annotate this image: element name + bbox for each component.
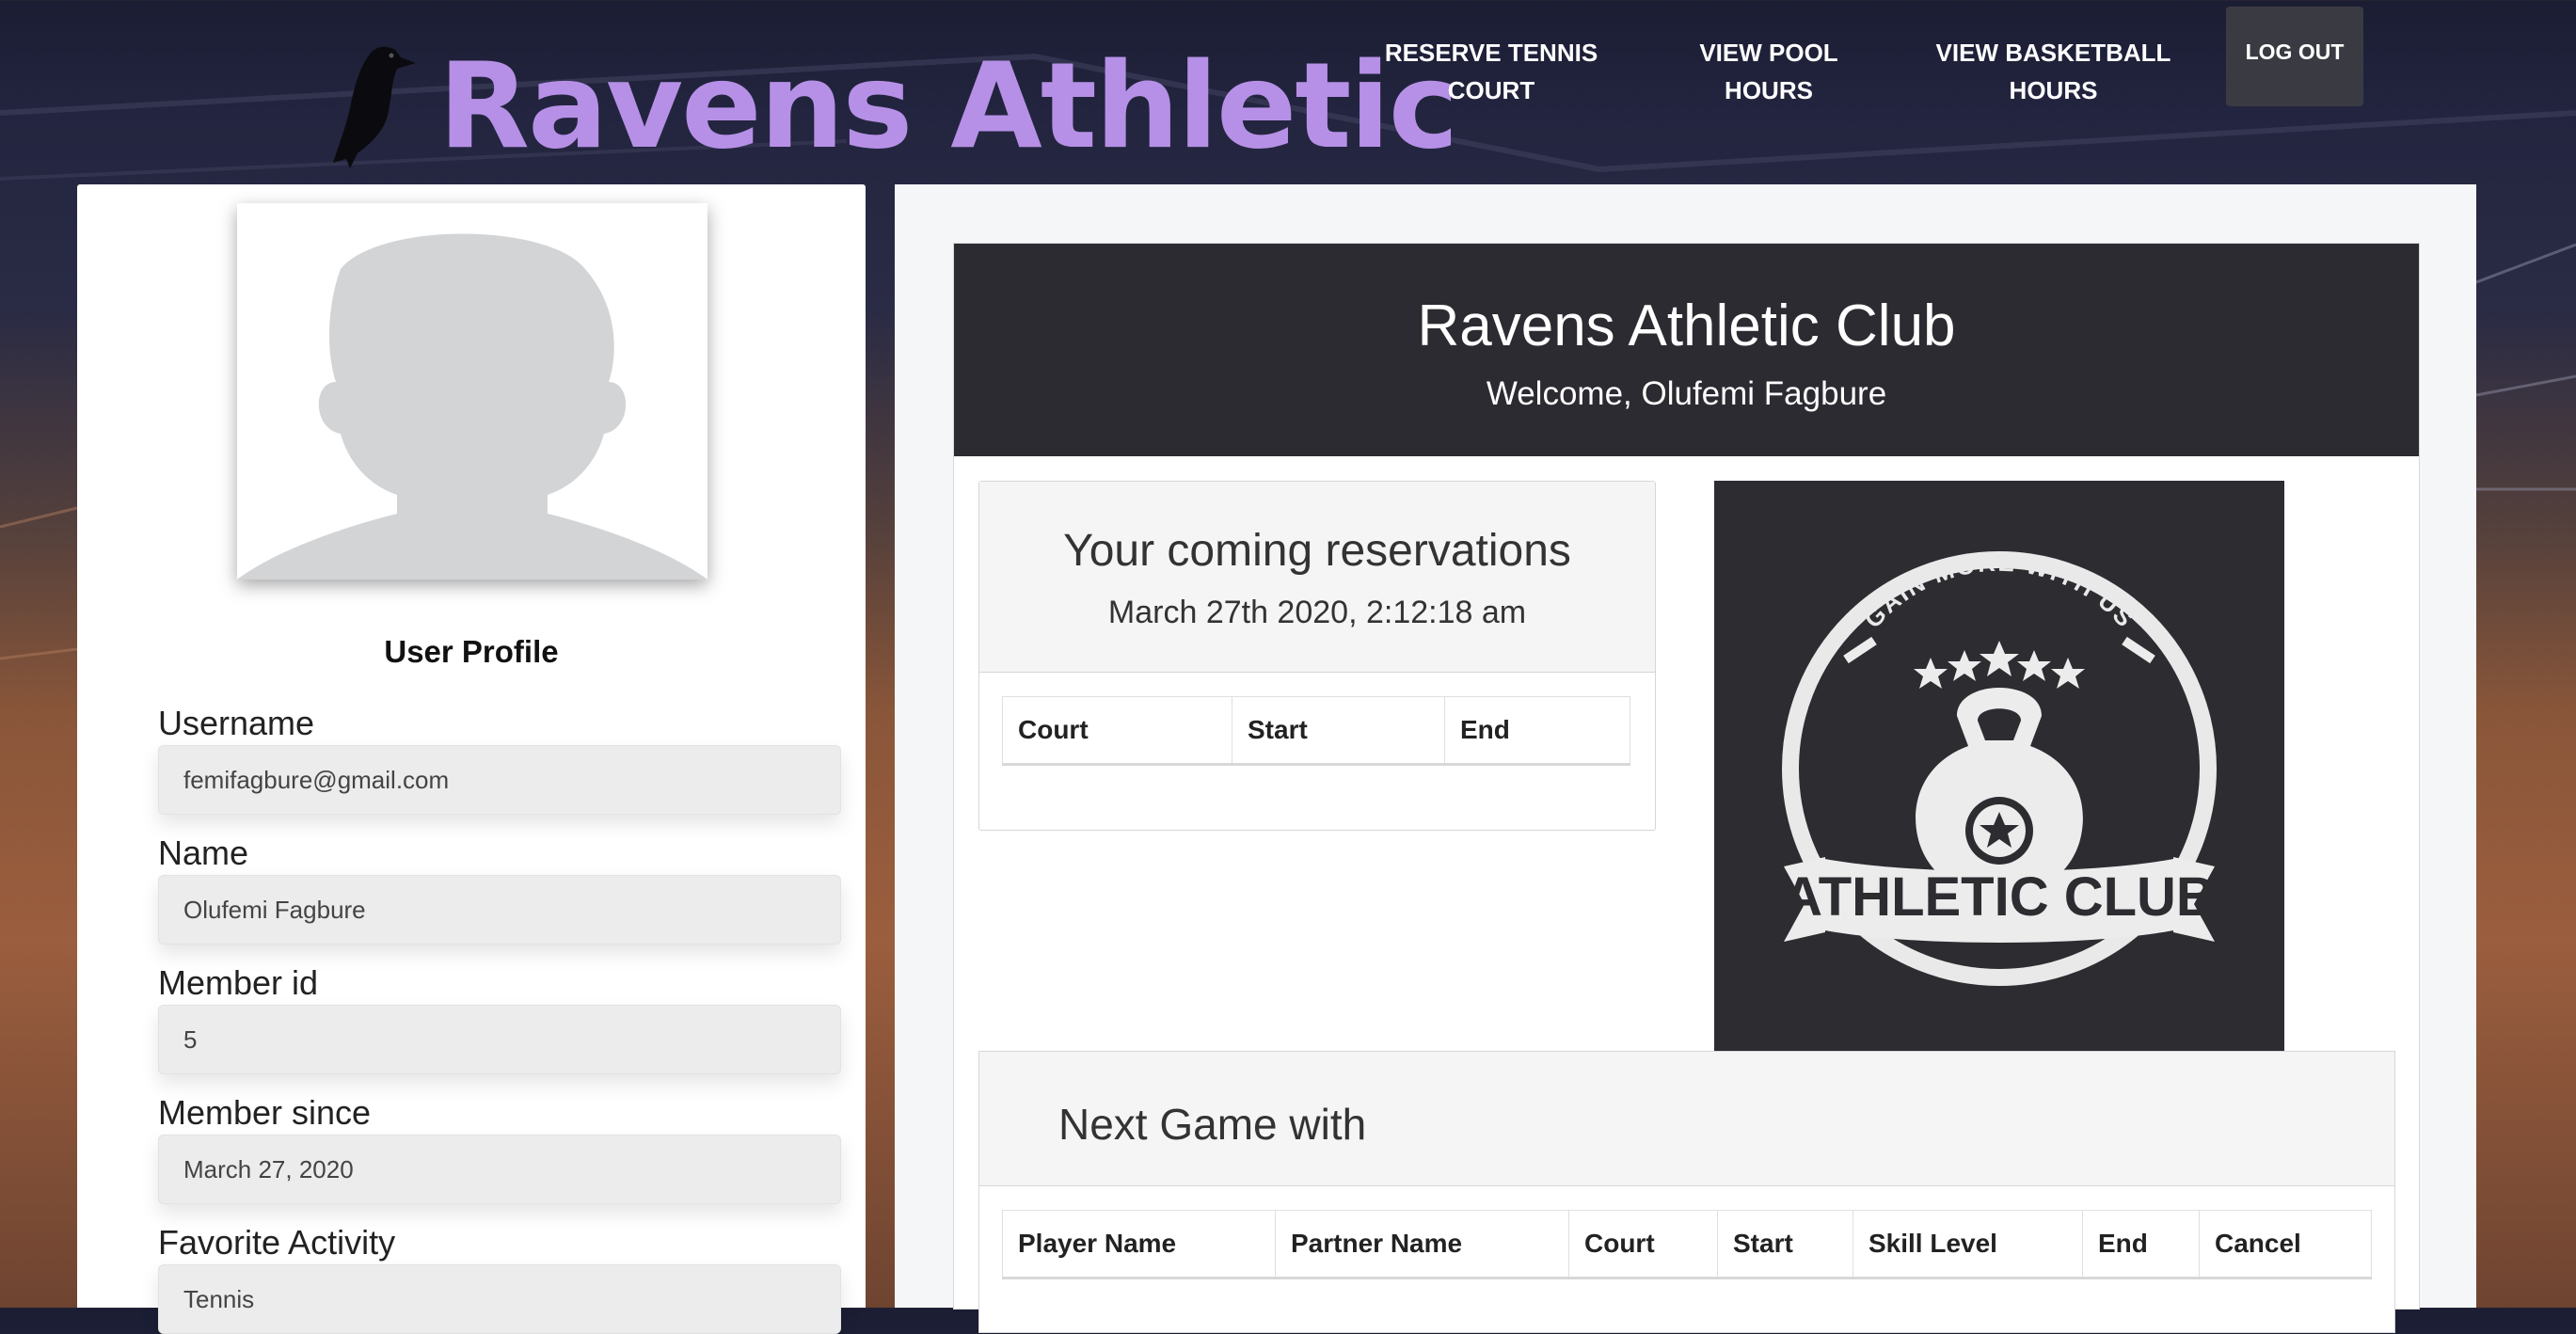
club-card: Ravens Athletic Club Welcome, Olufemi Fa… [953,243,2420,1333]
username-field[interactable]: femifagbure@gmail.com [158,745,841,815]
name-field[interactable]: Olufemi Fagbure [158,875,841,945]
name-label: Name [158,834,249,872]
member-id-label: Member id [158,963,319,1002]
column-header-court: Court [1002,696,1232,766]
logout-button[interactable]: LOG OUT [2226,7,2363,106]
favorite-activity-field[interactable]: Tennis [158,1264,841,1334]
username-label: Username [158,704,315,742]
svg-text:GAIN MORE WITH US: GAIN MORE WITH US [1858,548,2139,634]
profile-heading: User Profile [384,634,559,669]
next-game-title: Next Game with [1058,1100,1367,1149]
dashboard-panel: Ravens Athletic Club Welcome, Olufemi Fa… [895,184,2476,1333]
column-header-start: Start [1717,1210,1853,1279]
next-game-header: Next Game with [979,1052,2394,1186]
welcome-message: Welcome, Olufemi Fagbure [1486,375,1887,412]
reservations-title: Your coming reservations [1063,526,1571,576]
jumbotron: Ravens Athletic Club Welcome, Olufemi Fa… [954,244,2419,456]
logo-banner-text: ATHLETIC CLUB [1783,866,2216,928]
next-game-table: Player Name Partner Name Court Start Ski… [1002,1210,2372,1279]
nav-view-basketball-hours[interactable]: VIEW BASKETBALL HOURS [1929,34,2178,109]
reservations-table: Court Start End [1002,696,1630,766]
athletic-club-logo: GAIN MORE WITH US ATHLETIC CLUB [1714,481,2284,1051]
avatar-placeholder-icon [237,203,708,580]
favorite-activity-label: Favorite Activity [158,1223,396,1262]
column-header-end: End [1444,696,1630,766]
brand-title: Ravens Athletic [438,37,1458,175]
member-id-field[interactable]: 5 [158,1005,841,1074]
club-title: Ravens Athletic Club [1417,294,1956,358]
athletic-club-logo-graphic: GAIN MORE WITH US ATHLETIC CLUB [1782,548,2217,986]
column-header-skill-level: Skill Level [1852,1210,2083,1279]
column-header-end: End [2082,1210,2200,1279]
avatar [237,203,708,580]
raven-icon [333,46,416,168]
reservations-header: Your coming reservations March 27th 2020… [979,482,1655,673]
current-datetime: March 27th 2020, 2:12:18 am [1107,595,1527,630]
column-header-start: Start [1232,696,1445,766]
brand-logo[interactable]: Ravens Athletic [329,36,1458,177]
column-header-partner-name: Partner Name [1275,1210,1569,1279]
nav-view-pool-hours[interactable]: VIEW POOL HOURS [1675,34,1863,109]
member-since-field[interactable]: March 27, 2020 [158,1135,841,1204]
column-header-court: Court [1568,1210,1718,1279]
logo-arc-text: GAIN MORE WITH US [1858,548,2138,634]
next-game-card: Next Game with Player Name Partner Name … [978,1051,2395,1333]
nav-reserve-tennis-court[interactable]: RESERVE TENNIS COURT [1383,34,1599,109]
member-since-label: Member since [158,1093,372,1132]
column-header-cancel: Cancel [2199,1210,2372,1279]
column-header-player-name: Player Name [1002,1210,1276,1279]
reservations-card: Your coming reservations March 27th 2020… [978,481,1656,831]
profile-panel: User Profile Username femifagbure@gmail.… [77,184,866,1334]
